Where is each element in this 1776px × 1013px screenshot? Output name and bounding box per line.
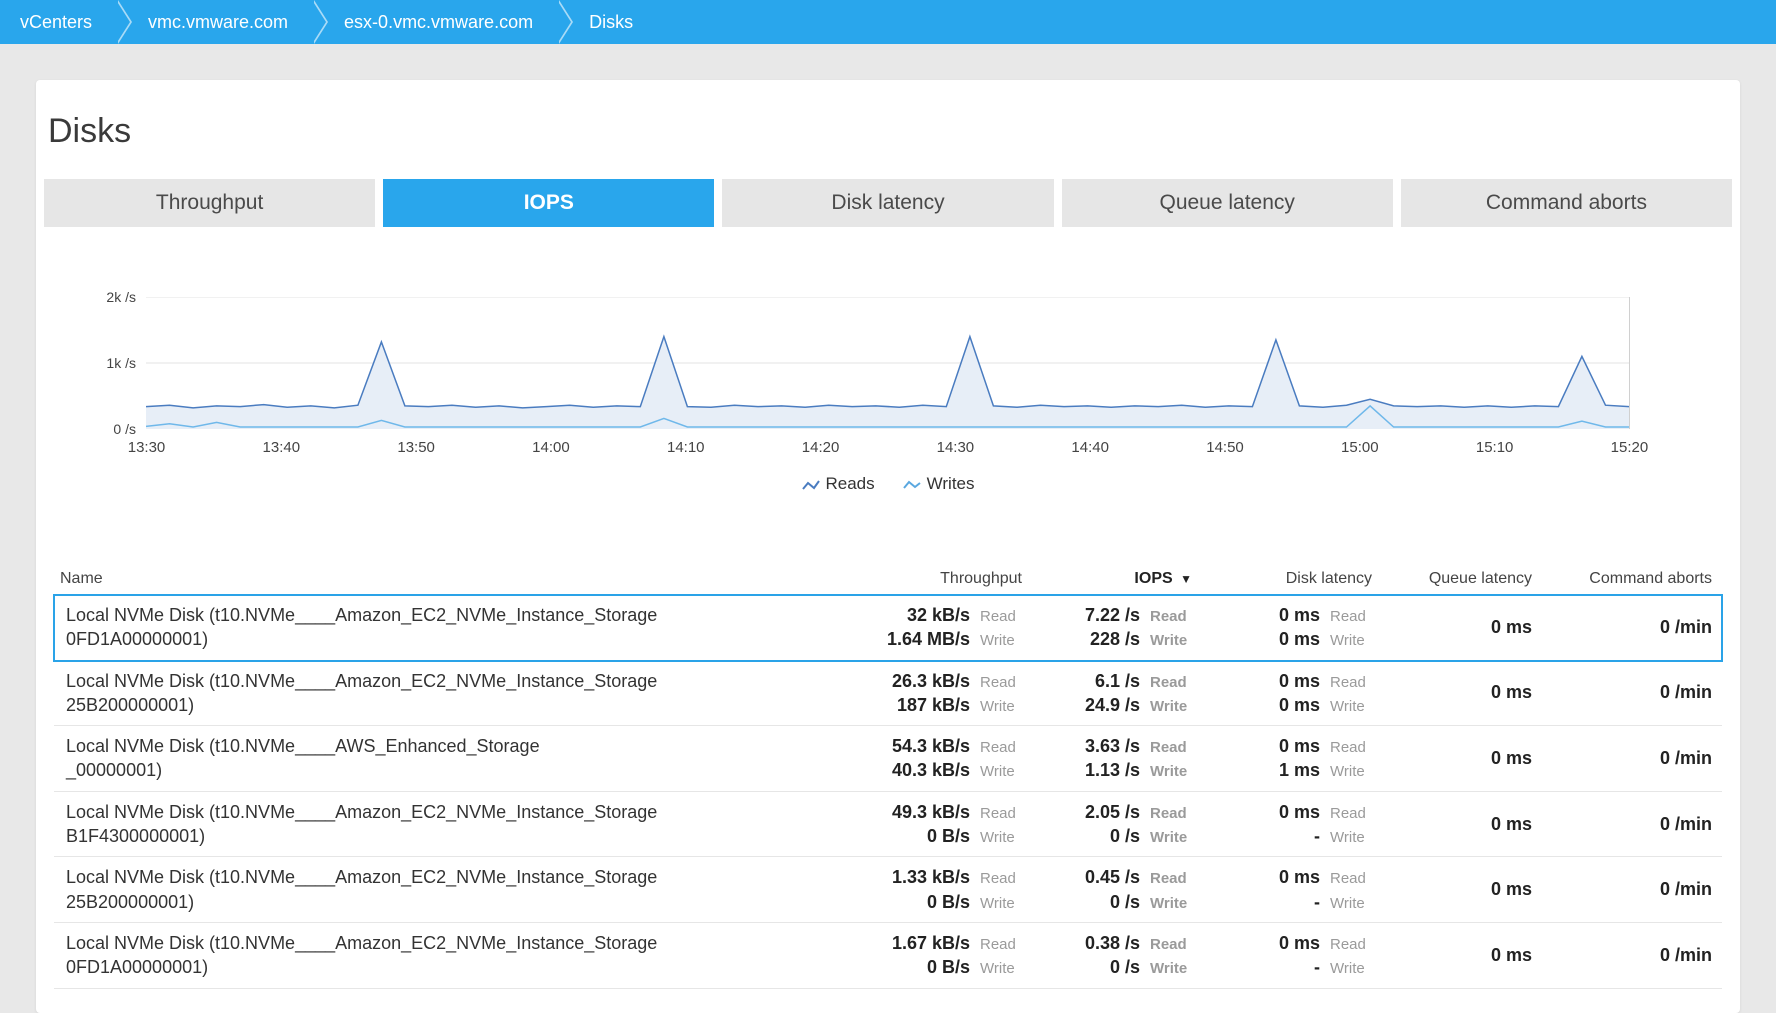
disk-latency-cell: 0 msRead-Write [1192,931,1372,980]
chart-plot[interactable] [146,297,1630,429]
table-row[interactable]: Local NVMe Disk (t10.NVMe____Amazon_EC2_… [54,661,1722,727]
command-aborts-cell: 0 /min [1532,931,1722,980]
page-title: Disks [36,112,1740,179]
x-tick: 14:10 [685,439,686,456]
disk-name: Local NVMe Disk (t10.NVMe____Amazon_EC2_… [54,669,822,718]
legend-writes: Writes [903,474,975,494]
tab-queue-latency[interactable]: Queue latency [1062,179,1393,227]
breadcrumb-item[interactable]: esx-0.vmc.vmware.com [312,0,557,44]
sort-indicator-icon: ▼ [1180,572,1192,586]
tab-throughput[interactable]: Throughput [44,179,375,227]
x-tick: 13:30 [146,439,147,456]
disk-name: Local NVMe Disk (t10.NVMe____Amazon_EC2_… [54,931,822,980]
iops-cell: 0.45 /sRead0 /sWrite [1022,865,1192,914]
command-aborts-cell: 0 /min [1532,734,1722,783]
x-tick: 13:50 [416,439,417,456]
y-axis: 2k /s 1k /s 0 /s [76,297,136,429]
x-tick: 15:20 [1629,439,1630,456]
queue-latency-cell: 0 ms [1372,800,1532,849]
table-row[interactable]: Local NVMe Disk (t10.NVMe____Amazon_EC2_… [54,857,1722,923]
command-aborts-cell: 0 /min [1532,800,1722,849]
tab-iops[interactable]: IOPS [383,179,714,227]
iops-chart: 2k /s 1k /s 0 /s 13:30 13:40 13:50 14:00 14:… [36,227,1740,504]
x-tick: 14:00 [550,439,551,456]
disk-name: Local NVMe Disk (t10.NVMe____Amazon_EC2_… [54,603,822,652]
breadcrumb: vCentersvmc.vmware.comesx-0.vmc.vmware.c… [0,0,1776,44]
disks-table: Name Throughput IOPS ▼ Disk latency Queu… [36,504,1740,1013]
iops-cell: 2.05 /sRead0 /sWrite [1022,800,1192,849]
disk-name: Local NVMe Disk (t10.NVMe____Amazon_EC2_… [54,865,822,914]
col-iops[interactable]: IOPS ▼ [1022,570,1192,588]
command-aborts-cell: 0 /min [1532,669,1722,718]
disk-name: Local NVMe Disk (t10.NVMe____AWS_Enhance… [54,734,822,783]
queue-latency-cell: 0 ms [1372,669,1532,718]
col-name[interactable]: Name [54,570,822,588]
iops-cell: 6.1 /sRead24.9 /sWrite [1022,669,1192,718]
command-aborts-cell: 0 /min [1532,603,1722,652]
chart-legend: Reads Writes [146,474,1630,494]
x-axis: 13:30 13:40 13:50 14:00 14:10 14:20 14:30 14:40… [146,439,1630,456]
throughput-cell: 49.3 kB/sRead0 B/sWrite [822,800,1022,849]
disk-latency-cell: 0 msRead0 msWrite [1192,603,1372,652]
x-tick: 15:00 [1359,439,1360,456]
throughput-cell: 1.67 kB/sRead0 B/sWrite [822,931,1022,980]
y-tick: 0 /s [113,421,136,437]
col-throughput[interactable]: Throughput [822,570,1022,588]
queue-latency-cell: 0 ms [1372,603,1532,652]
disk-latency-cell: 0 msRead-Write [1192,865,1372,914]
x-tick: 13:40 [281,439,282,456]
x-tick: 14:40 [1090,439,1091,456]
queue-latency-cell: 0 ms [1372,865,1532,914]
tabs: ThroughputIOPSDisk latencyQueue latencyC… [36,179,1740,227]
command-aborts-cell: 0 /min [1532,865,1722,914]
table-row[interactable]: Local NVMe Disk (t10.NVMe____Amazon_EC2_… [54,792,1722,858]
table-header: Name Throughput IOPS ▼ Disk latency Queu… [54,570,1722,595]
col-disk-latency[interactable]: Disk latency [1192,570,1372,588]
y-tick: 1k /s [106,355,136,371]
tab-command-aborts[interactable]: Command aborts [1401,179,1732,227]
y-tick: 2k /s [106,289,136,305]
throughput-cell: 26.3 kB/sRead187 kB/sWrite [822,669,1022,718]
throughput-cell: 32 kB/sRead1.64 MB/sWrite [822,603,1022,652]
table-row[interactable]: Local NVMe Disk (t10.NVMe____Amazon_EC2_… [54,923,1722,989]
iops-cell: 0.38 /sRead0 /sWrite [1022,931,1192,980]
x-tick: 14:50 [1225,439,1226,456]
legend-reads: Reads [802,474,875,494]
disk-latency-cell: 0 msRead0 msWrite [1192,669,1372,718]
queue-latency-cell: 0 ms [1372,734,1532,783]
table-row[interactable]: Local NVMe Disk (t10.NVMe____Amazon_EC2_… [54,595,1722,661]
breadcrumb-item[interactable]: vCenters [0,0,116,44]
x-tick: 14:20 [820,439,821,456]
tab-disk-latency[interactable]: Disk latency [722,179,1053,227]
x-tick: 15:10 [1494,439,1495,456]
breadcrumb-item[interactable]: vmc.vmware.com [116,0,312,44]
disk-name: Local NVMe Disk (t10.NVMe____Amazon_EC2_… [54,800,822,849]
throughput-cell: 54.3 kB/sRead40.3 kB/sWrite [822,734,1022,783]
disk-latency-cell: 0 msRead-Write [1192,800,1372,849]
x-tick: 14:30 [955,439,956,456]
disks-card: Disks ThroughputIOPSDisk latencyQueue la… [36,80,1740,1013]
table-row[interactable]: Local NVMe Disk (t10.NVMe____AWS_Enhance… [54,726,1722,792]
disk-latency-cell: 0 msRead1 msWrite [1192,734,1372,783]
iops-cell: 7.22 /sRead228 /sWrite [1022,603,1192,652]
iops-cell: 3.63 /sRead1.13 /sWrite [1022,734,1192,783]
col-queue-latency[interactable]: Queue latency [1372,570,1532,588]
queue-latency-cell: 0 ms [1372,931,1532,980]
throughput-cell: 1.33 kB/sRead0 B/sWrite [822,865,1022,914]
col-command-aborts[interactable]: Command aborts [1532,570,1722,588]
